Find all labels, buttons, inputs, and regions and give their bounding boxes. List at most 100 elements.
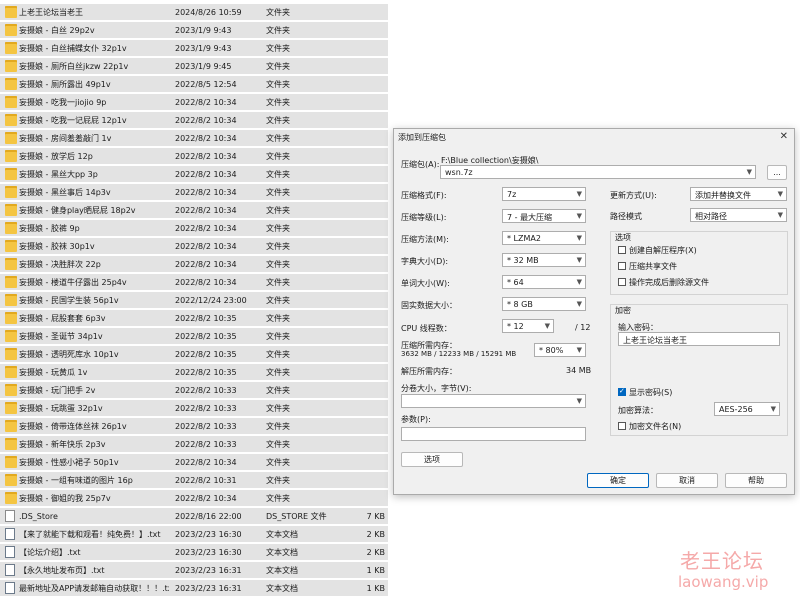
file-row[interactable]: 妄摄娘 - 黑丝大pp 3p 2022/8/2 10:34 文件夹 <box>0 166 388 183</box>
file-row[interactable]: 妄摄娘 - 黑丝事后 14p3v 2022/8/2 10:34 文件夹 <box>0 184 388 201</box>
file-row[interactable]: 【永久地址发布页】.txt 2023/2/23 16:31 文本文档 1 KB <box>0 562 388 579</box>
password-input[interactable]: 上老王论坛当老王 <box>618 332 780 346</box>
file-size: 1 KB <box>366 584 385 593</box>
file-type: DS_STORE 文件 <box>266 512 327 521</box>
params-input[interactable] <box>401 427 586 441</box>
close-icon[interactable]: ✕ <box>780 131 788 142</box>
file-date: 2024/8/26 10:59 <box>175 8 242 17</box>
file-date: 2023/1/9 9:43 <box>175 26 232 35</box>
split-combo[interactable]: ▼ <box>401 394 586 408</box>
file-row[interactable]: 妄摄娘 - 厕所露出 49p1v 2022/8/5 12:54 文件夹 <box>0 76 388 93</box>
file-type: 文件夹 <box>266 206 290 215</box>
file-row[interactable]: 妄摄娘 - 厕所白丝jkzw 22p1v 2023/1/9 9:45 文件夹 <box>0 58 388 75</box>
file-row[interactable]: 妄摄娘 - 健身play晒屁屁 18p2v 2022/8/2 10:34 文件夹 <box>0 202 388 219</box>
file-row[interactable]: 妄摄娘 - 房间羞羞敲门 1v 2022/8/2 10:34 文件夹 <box>0 130 388 147</box>
file-type: 文件夹 <box>266 62 290 71</box>
file-name: 妄摄娘 - 民国学生装 56p1v <box>19 296 119 305</box>
shared-checkbox[interactable] <box>618 262 626 270</box>
mem-percent-select[interactable]: * 80% ▼ <box>534 343 586 357</box>
file-row[interactable]: .DS_Store 2022/8/16 22:00 DS_STORE 文件 7 KB <box>0 508 388 525</box>
file-name: 【永久地址发布页】.txt <box>19 566 105 575</box>
cpu-select[interactable]: * 12 ▼ <box>502 319 554 333</box>
sfx-checkbox[interactable] <box>618 246 626 254</box>
folder-icon <box>5 258 17 270</box>
file-type: 文件夹 <box>266 8 290 17</box>
file-date: 2022/8/2 10:35 <box>175 368 237 377</box>
method-select[interactable]: * LZMA2 ▼ <box>502 231 586 245</box>
archive-name-combo[interactable]: wsn.7z ▼ <box>440 165 756 179</box>
help-button[interactable]: 帮助 <box>725 473 787 488</box>
enc-method-select[interactable]: AES-256 ▼ <box>714 402 780 416</box>
file-date: 2022/8/2 10:34 <box>175 458 237 467</box>
folder-icon <box>5 6 17 18</box>
file-row[interactable]: 上老王论坛当老王 2024/8/26 10:59 文件夹 <box>0 4 388 21</box>
file-row[interactable]: 最新地址及APP请发邮箱自动获取！！！.txt 2023/2/23 16:31 文本… <box>0 580 388 597</box>
file-name: 妄摄娘 - 吃我一jiojio 9p <box>19 98 107 107</box>
watermark-logo-text: 老王论坛 <box>680 549 764 573</box>
file-name: 妄摄娘 - 白丝 29p2v <box>19 26 95 35</box>
chevron-down-icon: ▼ <box>576 346 582 354</box>
file-type: 文件夹 <box>266 80 290 89</box>
browse-button[interactable]: ... <box>767 165 787 180</box>
text-file-icon <box>5 528 15 540</box>
format-select[interactable]: 7z ▼ <box>502 187 586 201</box>
file-row[interactable]: 妄摄娘 - 胶袜 30p1v 2022/8/2 10:34 文件夹 <box>0 238 388 255</box>
cancel-button[interactable]: 取消 <box>656 473 718 488</box>
file-size: 2 KB <box>366 548 385 557</box>
file-date: 2022/8/2 10:33 <box>175 386 237 395</box>
path-mode-select[interactable]: 相对路径 ▼ <box>690 208 787 222</box>
folder-icon <box>5 150 17 162</box>
file-row[interactable]: 妄摄娘 - 屁股套套 6p3v 2022/8/2 10:35 文件夹 <box>0 310 388 327</box>
file-date: 2022/8/2 10:35 <box>175 350 237 359</box>
file-row[interactable]: 妄摄娘 - 御姐的我 25p7v 2022/8/2 10:34 文件夹 <box>0 490 388 507</box>
file-row[interactable]: 妄摄娘 - 圣诞节 34p1v 2022/8/2 10:35 文件夹 <box>0 328 388 345</box>
file-type: 文件夹 <box>266 296 290 305</box>
update-select[interactable]: 添加并替换文件 ▼ <box>690 187 787 201</box>
solid-label: 固实数据大小： <box>401 301 457 310</box>
delete-checkbox[interactable] <box>618 278 626 286</box>
options-button[interactable]: 选项 <box>401 452 463 467</box>
show-password-checkbox[interactable] <box>618 387 626 396</box>
file-row[interactable]: 妄摄娘 - 白丝捕蝶女仆 32p1v 2023/1/9 9:43 文件夹 <box>0 40 388 57</box>
level-select[interactable]: 7 - 最大压缩 ▼ <box>502 209 586 223</box>
file-row[interactable]: 妄摄娘 - 放学后 12p 2022/8/2 10:34 文件夹 <box>0 148 388 165</box>
file-name: 妄摄娘 - 决胜胖次 22p <box>19 260 101 269</box>
format-value: 7z <box>507 190 517 199</box>
file-row[interactable]: 妄摄娘 - 新年快乐 2p3v 2022/8/2 10:33 文件夹 <box>0 436 388 453</box>
file-row[interactable]: 妄摄娘 - 吃我一记屁屁 12p1v 2022/8/2 10:34 文件夹 <box>0 112 388 129</box>
word-select[interactable]: * 64 ▼ <box>502 275 586 289</box>
file-type: 文件夹 <box>266 404 290 413</box>
file-size: 2 KB <box>366 530 385 539</box>
file-row[interactable]: 【来了就能下载和观看！纯免费！】.txt 2023/2/23 16:30 文本文档 2… <box>0 526 388 543</box>
file-row[interactable]: 妄摄娘 - 性感小裙子 50p1v 2022/8/2 10:34 文件夹 <box>0 454 388 471</box>
encrypt-names-checkbox[interactable] <box>618 422 626 430</box>
file-type: 文件夹 <box>266 422 290 431</box>
watermark-url: laowang.vip <box>678 573 769 591</box>
dict-select[interactable]: * 32 MB ▼ <box>502 253 586 267</box>
file-type: 文件夹 <box>266 332 290 341</box>
file-date: 2022/8/2 10:34 <box>175 224 237 233</box>
folder-icon <box>5 204 17 216</box>
file-row[interactable]: 妄摄娘 - 楼道牛仔露出 25p4v 2022/8/2 10:34 文件夹 <box>0 274 388 291</box>
file-row[interactable]: 妄摄娘 - 玩门把手 2v 2022/8/2 10:33 文件夹 <box>0 382 388 399</box>
file-row[interactable]: 妄摄娘 - 倚带连体丝袜 26p1v 2022/8/2 10:33 文件夹 <box>0 418 388 435</box>
file-row[interactable]: 妄摄娘 - 透明死库水 10p1v 2022/8/2 10:35 文件夹 <box>0 346 388 363</box>
solid-select[interactable]: * 8 GB ▼ <box>502 297 586 311</box>
file-row[interactable]: 妄摄娘 - 决胜胖次 22p 2022/8/2 10:34 文件夹 <box>0 256 388 273</box>
dict-value: * 32 MB <box>507 256 539 265</box>
file-row[interactable]: 妄摄娘 - 白丝 29p2v 2023/1/9 9:43 文件夹 <box>0 22 388 39</box>
file-type: 文件夹 <box>266 458 290 467</box>
file-row[interactable]: 【论坛介绍】.txt 2023/2/23 16:30 文本文档 2 KB <box>0 544 388 561</box>
ok-button[interactable]: 确定 <box>587 473 649 488</box>
file-row[interactable]: 妄摄娘 - 玩跳蛋 32p1v 2022/8/2 10:33 文件夹 <box>0 400 388 417</box>
file-row[interactable]: 妄摄娘 - 一组有味道的图片 16p 2022/8/2 10:31 文件夹 <box>0 472 388 489</box>
file-date: 2022/8/2 10:35 <box>175 314 237 323</box>
file-row[interactable]: 妄摄娘 - 民国学生装 56p1v 2022/12/24 23:00 文件夹 <box>0 292 388 309</box>
update-value: 添加并替换文件 <box>695 191 751 200</box>
file-name: 妄摄娘 - 吃我一记屁屁 12p1v <box>19 116 127 125</box>
file-row[interactable]: 妄摄娘 - 吃我一jiojio 9p 2022/8/2 10:34 文件夹 <box>0 94 388 111</box>
file-row[interactable]: 妄摄娘 - 玩黄瓜 1v 2022/8/2 10:35 文件夹 <box>0 364 388 381</box>
file-date: 2022/8/2 10:34 <box>175 170 237 179</box>
file-date: 2022/8/2 10:34 <box>175 98 237 107</box>
file-row[interactable]: 妄摄娘 - 胶裤 9p 2022/8/2 10:34 文件夹 <box>0 220 388 237</box>
